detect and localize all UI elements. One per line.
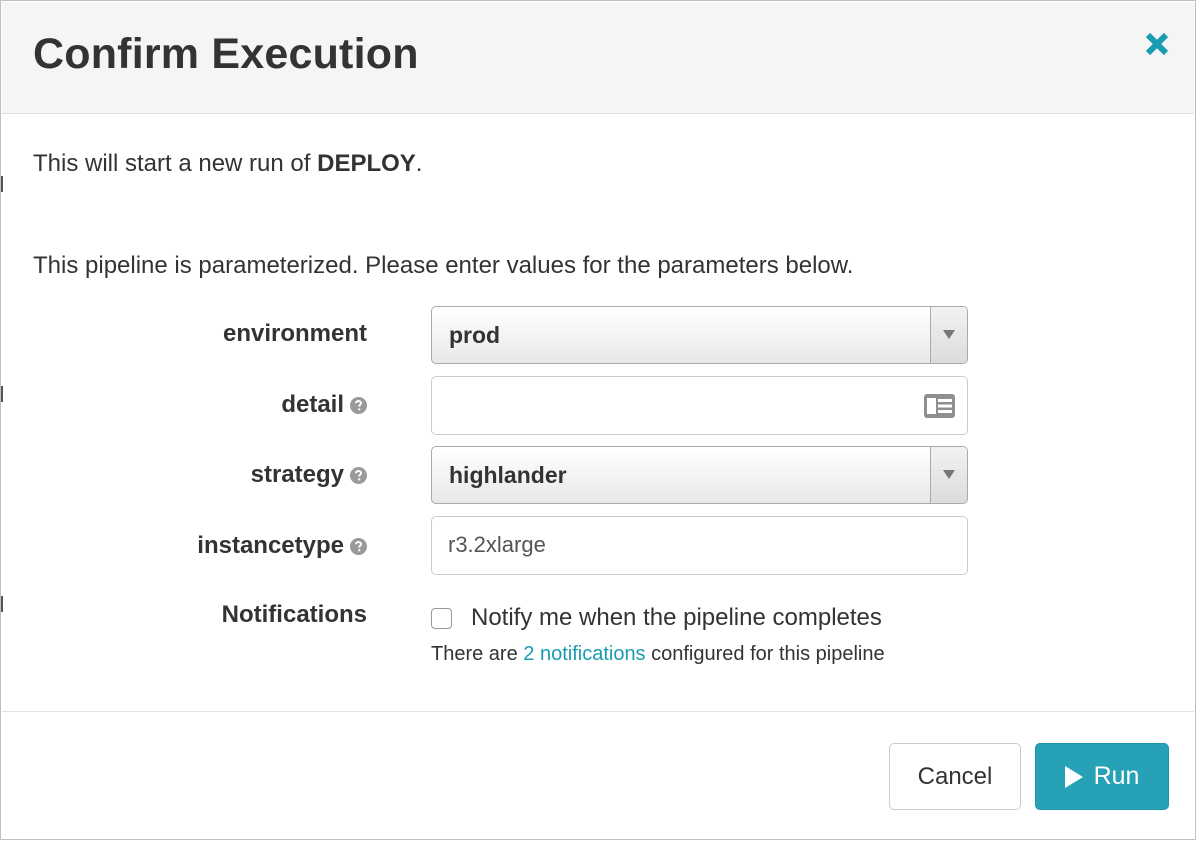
background-edge-mark — [1, 176, 3, 192]
pipeline-name: DEPLOY — [317, 150, 416, 177]
strategy-label-text: strategy — [250, 461, 344, 488]
instancetype-input[interactable] — [448, 527, 888, 563]
instancetype-label: instancetype — [197, 532, 367, 560]
environment-selected-value: prod — [449, 322, 501, 348]
notifications-label: Notifications — [222, 601, 367, 629]
question-circle-icon[interactable] — [350, 396, 367, 414]
detail-label: detail — [281, 391, 367, 419]
notifications-label-text: Notifications — [221, 601, 367, 628]
play-icon — [1064, 765, 1083, 788]
run-button-label: Run — [1093, 762, 1140, 790]
environment-dropdown-toggle[interactable] — [930, 307, 967, 363]
caret-down-icon — [943, 470, 955, 479]
notify-checkbox-label[interactable]: Notify me when the pipeline completes — [471, 604, 882, 632]
notify-checkbox[interactable] — [431, 607, 452, 629]
background-edge-mark — [1, 386, 3, 402]
question-circle-icon[interactable] — [350, 537, 367, 555]
dialog-title: Confirm Execution — [33, 30, 419, 78]
strategy-selected-value: highlander — [449, 462, 567, 488]
strategy-label: strategy — [251, 461, 367, 489]
confirm-execution-dialog: Confirm Execution This will start a new … — [0, 0, 1196, 840]
detail-input[interactable] — [448, 387, 888, 423]
dialog-header: Confirm Execution — [2, 2, 1194, 114]
notifications-summary-prefix: There are — [431, 643, 524, 665]
close-button[interactable] — [1142, 29, 1172, 59]
strategy-dropdown-toggle[interactable] — [930, 447, 967, 503]
background-edge-mark — [1, 596, 3, 612]
close-icon[interactable] — [1142, 29, 1172, 59]
caret-down-icon — [943, 330, 955, 339]
intro-prefix: This will start a new run of — [33, 150, 318, 177]
question-circle-icon[interactable] — [350, 466, 367, 484]
notify-option[interactable]: Notify me when the pipeline completes — [431, 604, 882, 632]
parameters-note: This pipeline is parameterized. Please e… — [33, 252, 854, 279]
intro-text: This will start a new run of DEPLOY. — [33, 150, 422, 178]
instancetype-field[interactable] — [431, 516, 968, 575]
id-card-icon[interactable] — [923, 392, 956, 420]
intro-suffix: . — [415, 150, 423, 177]
notifications-link[interactable]: 2 notifications — [523, 643, 645, 665]
environment-select[interactable]: prod — [431, 306, 968, 364]
footer-divider — [2, 711, 1194, 712]
instancetype-label-text: instancetype — [197, 532, 344, 559]
notifications-summary: There are 2 notifications configured for… — [431, 643, 885, 666]
strategy-select[interactable]: highlander — [431, 446, 968, 504]
detail-label-text: detail — [281, 391, 344, 418]
notifications-summary-suffix: configured for this pipeline — [645, 643, 885, 665]
environment-label: environment — [223, 320, 367, 348]
cancel-button[interactable]: Cancel — [889, 743, 1021, 810]
detail-field[interactable] — [431, 376, 968, 435]
environment-label-text: environment — [222, 320, 367, 347]
run-button[interactable]: Run — [1035, 743, 1169, 810]
